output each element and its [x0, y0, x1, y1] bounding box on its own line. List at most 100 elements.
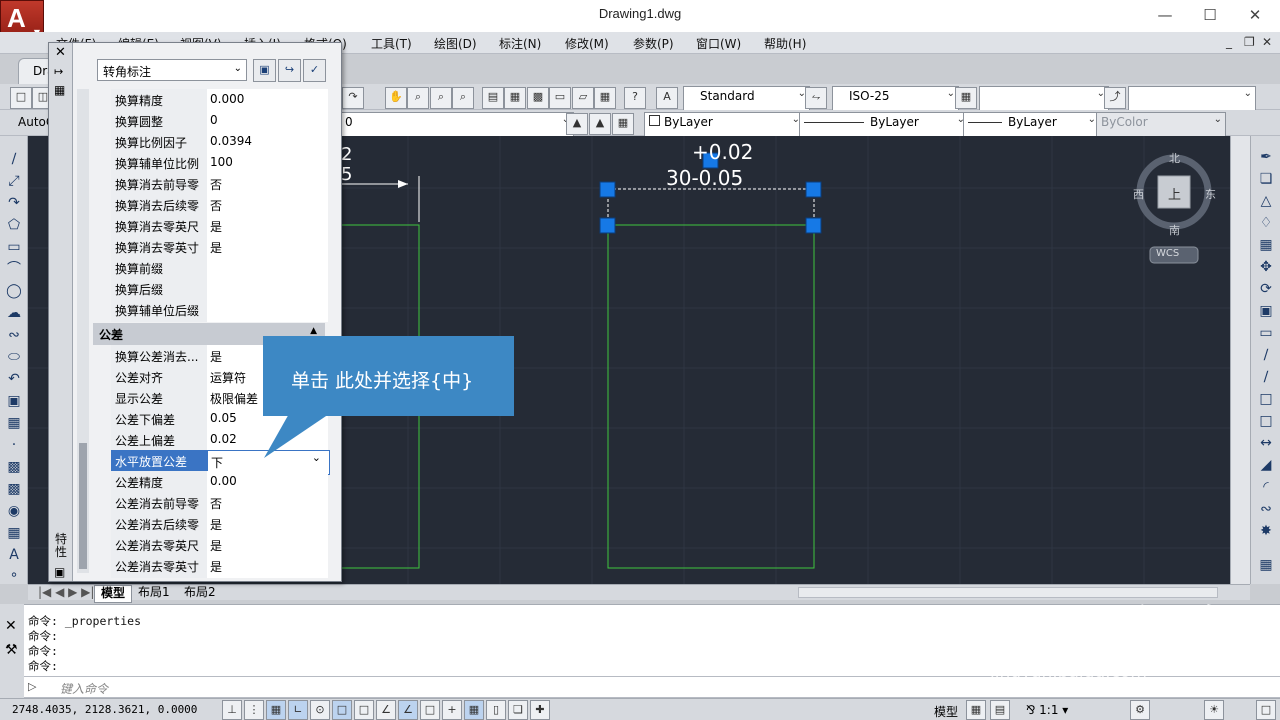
ellipse-arc-icon[interactable]: ↶ [5, 370, 23, 388]
transparency-icon[interactable]: ▦ [464, 700, 484, 720]
property-value[interactable]: 0.000 [207, 89, 328, 112]
property-row[interactable]: 换算消去后续零否 [111, 194, 328, 217]
gradient-icon[interactable]: ▩ [5, 480, 23, 498]
property-row[interactable]: 换算消去前导零否 [111, 173, 328, 196]
rectangle-icon[interactable]: ▭ [5, 238, 23, 256]
property-value[interactable]: 100 [207, 152, 328, 175]
markup-icon[interactable]: ▱ [572, 87, 594, 109]
menu-parametric[interactable]: 参数(P) [633, 35, 674, 52]
rotate-icon[interactable]: ⟳ [1257, 280, 1275, 298]
lineweight-select[interactable]: ByLayer ⌄ [963, 112, 1100, 137]
object-type-select[interactable]: 转角标注 ⌄ [97, 59, 247, 81]
pickadd-toggle-icon[interactable]: ▣ [253, 59, 276, 82]
pan-icon[interactable]: ✋ [385, 87, 407, 109]
revision-cloud-icon[interactable]: ☁ [5, 304, 23, 322]
otrack-icon[interactable]: ∠ [376, 700, 396, 720]
property-value[interactable] [207, 299, 328, 322]
tab-nav-arrows[interactable]: |◀ ◀ ▶ ▶| [32, 585, 100, 601]
infer-constraints-icon[interactable]: ⊥ [222, 700, 242, 720]
ellipse-icon[interactable]: ⬭ [5, 348, 23, 366]
calculator-icon[interactable]: ▦ [594, 87, 616, 109]
viewcube-east[interactable]: 东 [1205, 186, 1216, 202]
ducs-icon[interactable]: ∠ [398, 700, 418, 720]
palette-menu-icon[interactable]: ▦ [54, 83, 65, 97]
dim-style-icon[interactable]: ⥊ [805, 87, 827, 109]
auto-hide-icon[interactable]: ↦ [54, 65, 63, 78]
property-value[interactable] [207, 257, 328, 280]
table-style-icon[interactable]: ▦ [955, 87, 977, 109]
explode-icon[interactable]: ✸ [1257, 522, 1275, 540]
stretch-icon[interactable]: ▭ [1257, 324, 1275, 342]
spline-icon[interactable]: ∾ [5, 326, 23, 344]
construction-line-icon[interactable]: ⤢ [5, 172, 23, 190]
color-select[interactable]: ByLayer ⌄ [644, 112, 804, 137]
model-space-label[interactable]: 模型 [934, 703, 958, 720]
viewcube-west[interactable]: 西 [1133, 186, 1144, 202]
insert-block-icon[interactable]: ▣ [5, 392, 23, 410]
offset-icon[interactable]: ♢ [1257, 214, 1275, 232]
ortho-icon[interactable]: ∟ [288, 700, 308, 720]
property-row[interactable]: 公差消去后续零是 [111, 513, 328, 536]
3dosnap-icon[interactable]: □ [354, 700, 374, 720]
workspace-switch-icon[interactable]: ⚙ [1130, 700, 1150, 720]
join-icon[interactable]: ↔ [1257, 434, 1275, 452]
text-style-select[interactable]: Standard ⌄ [683, 86, 810, 111]
grid-icon[interactable]: ▦ [266, 700, 286, 720]
layer-states-icon[interactable]: ▦ [612, 113, 634, 135]
dim-style-select[interactable]: ISO-25 ⌄ [832, 86, 959, 111]
linetype-select[interactable]: ByLayer ⌄ [799, 112, 969, 137]
menu-modify[interactable]: 修改(M) [565, 35, 609, 52]
multileader-style-select[interactable]: ⌄ [1128, 86, 1256, 111]
palette-options-icon[interactable]: ▣ [54, 565, 65, 579]
osnap-icon[interactable]: □ [332, 700, 352, 720]
add-selected-icon[interactable]: ∘ [5, 566, 23, 584]
circle-icon[interactable]: ◯ [5, 282, 23, 300]
property-value[interactable]: 否 [207, 173, 328, 196]
table-icon[interactable]: ▦ [5, 524, 23, 542]
property-value[interactable]: 是 [207, 236, 328, 259]
mirror-icon[interactable]: △ [1257, 192, 1275, 210]
line-icon[interactable]: ∕ [5, 150, 23, 168]
property-row[interactable]: 换算圆整 0 [111, 110, 328, 133]
property-value[interactable]: 是 [207, 215, 328, 238]
property-value[interactable] [207, 278, 328, 301]
polar-icon[interactable]: ⊙ [310, 700, 330, 720]
canvas-vertical-scrollbar[interactable] [1230, 136, 1250, 584]
viewcube-south[interactable]: 南 [1169, 222, 1180, 238]
annotation-scale[interactable]: ⅋ 1:1 ▾ [1026, 703, 1068, 717]
select-objects-icon[interactable]: ↪ [278, 59, 301, 82]
viewcube-north[interactable]: 北 [1169, 150, 1180, 166]
property-row[interactable]: 换算辅单位比例 100 [111, 152, 328, 175]
menu-window[interactable]: 窗口(W) [696, 35, 741, 52]
property-value[interactable]: 是 [207, 555, 328, 578]
palette-scroll-thumb[interactable] [79, 443, 87, 569]
break-at-point-icon[interactable]: □ [1257, 390, 1275, 408]
property-row[interactable]: 换算比例因子 0.0394 [111, 131, 328, 154]
minimize-button[interactable]: — [1150, 4, 1180, 26]
property-row[interactable]: 换算前缀 [111, 257, 328, 280]
redo-icon[interactable]: ↷ [342, 87, 364, 109]
array-icon[interactable]: ▦ [1257, 236, 1275, 254]
zoom-window-icon[interactable]: ⌕ [430, 87, 452, 109]
quick-select-icon[interactable]: ✓ [303, 59, 326, 82]
wrench-icon[interactable]: ⚒ [5, 642, 18, 658]
property-row[interactable]: 公差消去前导零否 [111, 492, 328, 515]
property-value[interactable]: 0.0394 [207, 131, 328, 154]
hatch-icon[interactable]: ▩ [5, 458, 23, 476]
tab-layout1[interactable]: 布局1 [132, 585, 176, 601]
multiline-text-icon[interactable]: A [5, 546, 23, 564]
quick-view-layouts-icon[interactable]: ▦ [966, 700, 986, 720]
sheet-set-icon[interactable]: ▭ [549, 87, 571, 109]
move-icon[interactable]: ✥ [1257, 258, 1275, 276]
trim-icon[interactable]: ∕ [1257, 346, 1275, 364]
multileader-style-icon[interactable]: ⤴ [1104, 87, 1126, 109]
arc-icon[interactable]: ⌒ [5, 260, 23, 278]
quick-properties-icon[interactable]: ▯ [486, 700, 506, 720]
break-icon[interactable]: □ [1257, 412, 1275, 430]
property-value[interactable]: 否 [207, 194, 328, 217]
help-icon[interactable]: ? [624, 87, 646, 109]
design-center-icon[interactable]: ▦ [504, 87, 526, 109]
clean-screen-icon[interactable]: □ [1256, 700, 1276, 720]
fillet-icon[interactable]: ◜ [1257, 478, 1275, 496]
table-style-select[interactable]: ⌄ [979, 86, 1109, 111]
